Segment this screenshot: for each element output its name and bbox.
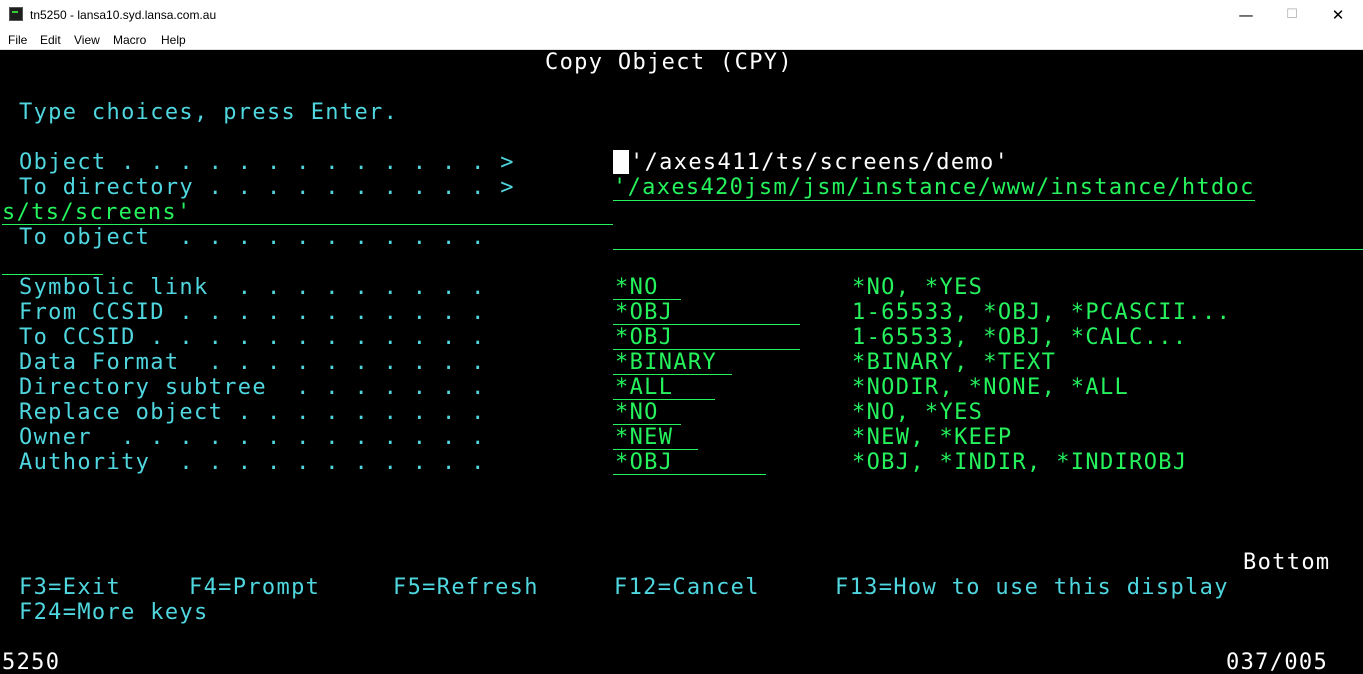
symbolic-link-field[interactable]: *NO <box>615 275 659 300</box>
data-format-field[interactable]: *BINARY <box>615 350 717 375</box>
to-ccsid-choices: 1-65533, *OBJ, *CALC... <box>852 325 1188 350</box>
terminal-screen[interactable]: Copy Object (CPY) Type choices, press En… <box>0 50 1363 674</box>
to-object-label: To object . . . . . . . . . . . <box>19 225 486 250</box>
to-object-field-continuation[interactable] <box>2 250 103 275</box>
fkey-cancel[interactable]: F12=Cancel <box>614 575 760 600</box>
replace-object-choices: *NO, *YES <box>852 400 984 425</box>
fkey-prompt[interactable]: F4=Prompt <box>189 575 320 600</box>
instructions-text: Type choices, press Enter. <box>19 100 399 125</box>
symbolic-link-choices: *NO, *YES <box>852 275 984 300</box>
from-ccsid-field[interactable]: *OBJ <box>615 300 673 325</box>
close-button[interactable]: ✕ <box>1315 0 1361 30</box>
object-field[interactable]: '/axes411/ts/screens/demo' <box>630 150 1009 175</box>
more-indicator: Bottom <box>1243 550 1331 575</box>
menu-bar: File Edit View Macro Help <box>0 30 1363 50</box>
menu-macro[interactable]: Macro <box>113 33 146 47</box>
owner-label: Owner . . . . . . . . . . . . . <box>19 425 486 450</box>
object-label: Object . . . . . . . . . . . . . > <box>19 150 515 175</box>
from-ccsid-choices: 1-65533, *OBJ, *PCASCII... <box>852 300 1232 325</box>
authority-choices: *OBJ, *INDIR, *INDIROBJ <box>852 450 1188 475</box>
to-ccsid-field[interactable]: *OBJ <box>615 325 673 350</box>
from-ccsid-label: From CCSID . . . . . . . . . . . <box>19 300 486 325</box>
fkey-exit[interactable]: F3=Exit <box>19 575 121 600</box>
status-cursor-position: 037/005 <box>1226 650 1329 674</box>
to-directory-field[interactable]: '/axes420jsm/jsm/instance/www/instance/h… <box>613 175 1255 201</box>
text-cursor <box>613 150 629 174</box>
directory-subtree-label: Directory subtree . . . . . . . <box>19 375 486 400</box>
to-directory-continuation-underline <box>2 200 613 225</box>
menu-view[interactable]: View <box>74 33 100 47</box>
directory-subtree-field[interactable]: *ALL <box>615 375 673 400</box>
data-format-label: Data Format . . . . . . . . . . <box>19 350 486 375</box>
to-directory-label: To directory . . . . . . . . . . > <box>19 175 515 200</box>
fkey-help-display[interactable]: F13=How to use this display <box>835 575 1229 600</box>
menu-help[interactable]: Help <box>161 33 186 47</box>
minimize-button[interactable]: — <box>1223 0 1269 30</box>
owner-choices: *NEW, *KEEP <box>852 425 1013 450</box>
data-format-choices: *BINARY, *TEXT <box>852 350 1057 375</box>
fkey-refresh[interactable]: F5=Refresh <box>393 575 539 600</box>
fkey-more-keys[interactable]: F24=More keys <box>19 600 209 625</box>
window-title: tn5250 - lansa10.syd.lansa.com.au <box>30 8 217 22</box>
window-titlebar: tn5250 - lansa10.syd.lansa.com.au — ☐ ✕ <box>0 0 1363 30</box>
authority-field[interactable]: *OBJ <box>615 450 673 475</box>
symbolic-link-label: Symbolic link . . . . . . . . . <box>19 275 486 300</box>
maximize-button[interactable]: ☐ <box>1269 0 1315 30</box>
owner-field[interactable]: *NEW <box>615 425 673 450</box>
screen-title: Copy Object (CPY) <box>545 50 793 75</box>
replace-object-field[interactable]: *NO <box>615 400 659 425</box>
status-session-type: 5250 <box>2 650 61 674</box>
directory-subtree-choices: *NODIR, *NONE, *ALL <box>852 375 1130 400</box>
to-ccsid-label: To CCSID . . . . . . . . . . . . <box>19 325 486 350</box>
terminal-app-icon <box>9 7 23 21</box>
menu-edit[interactable]: Edit <box>40 33 61 47</box>
to-object-field[interactable] <box>613 225 1363 250</box>
authority-label: Authority . . . . . . . . . . . <box>19 450 486 475</box>
replace-object-label: Replace object . . . . . . . . . <box>19 400 486 425</box>
menu-file[interactable]: File <box>8 33 27 47</box>
